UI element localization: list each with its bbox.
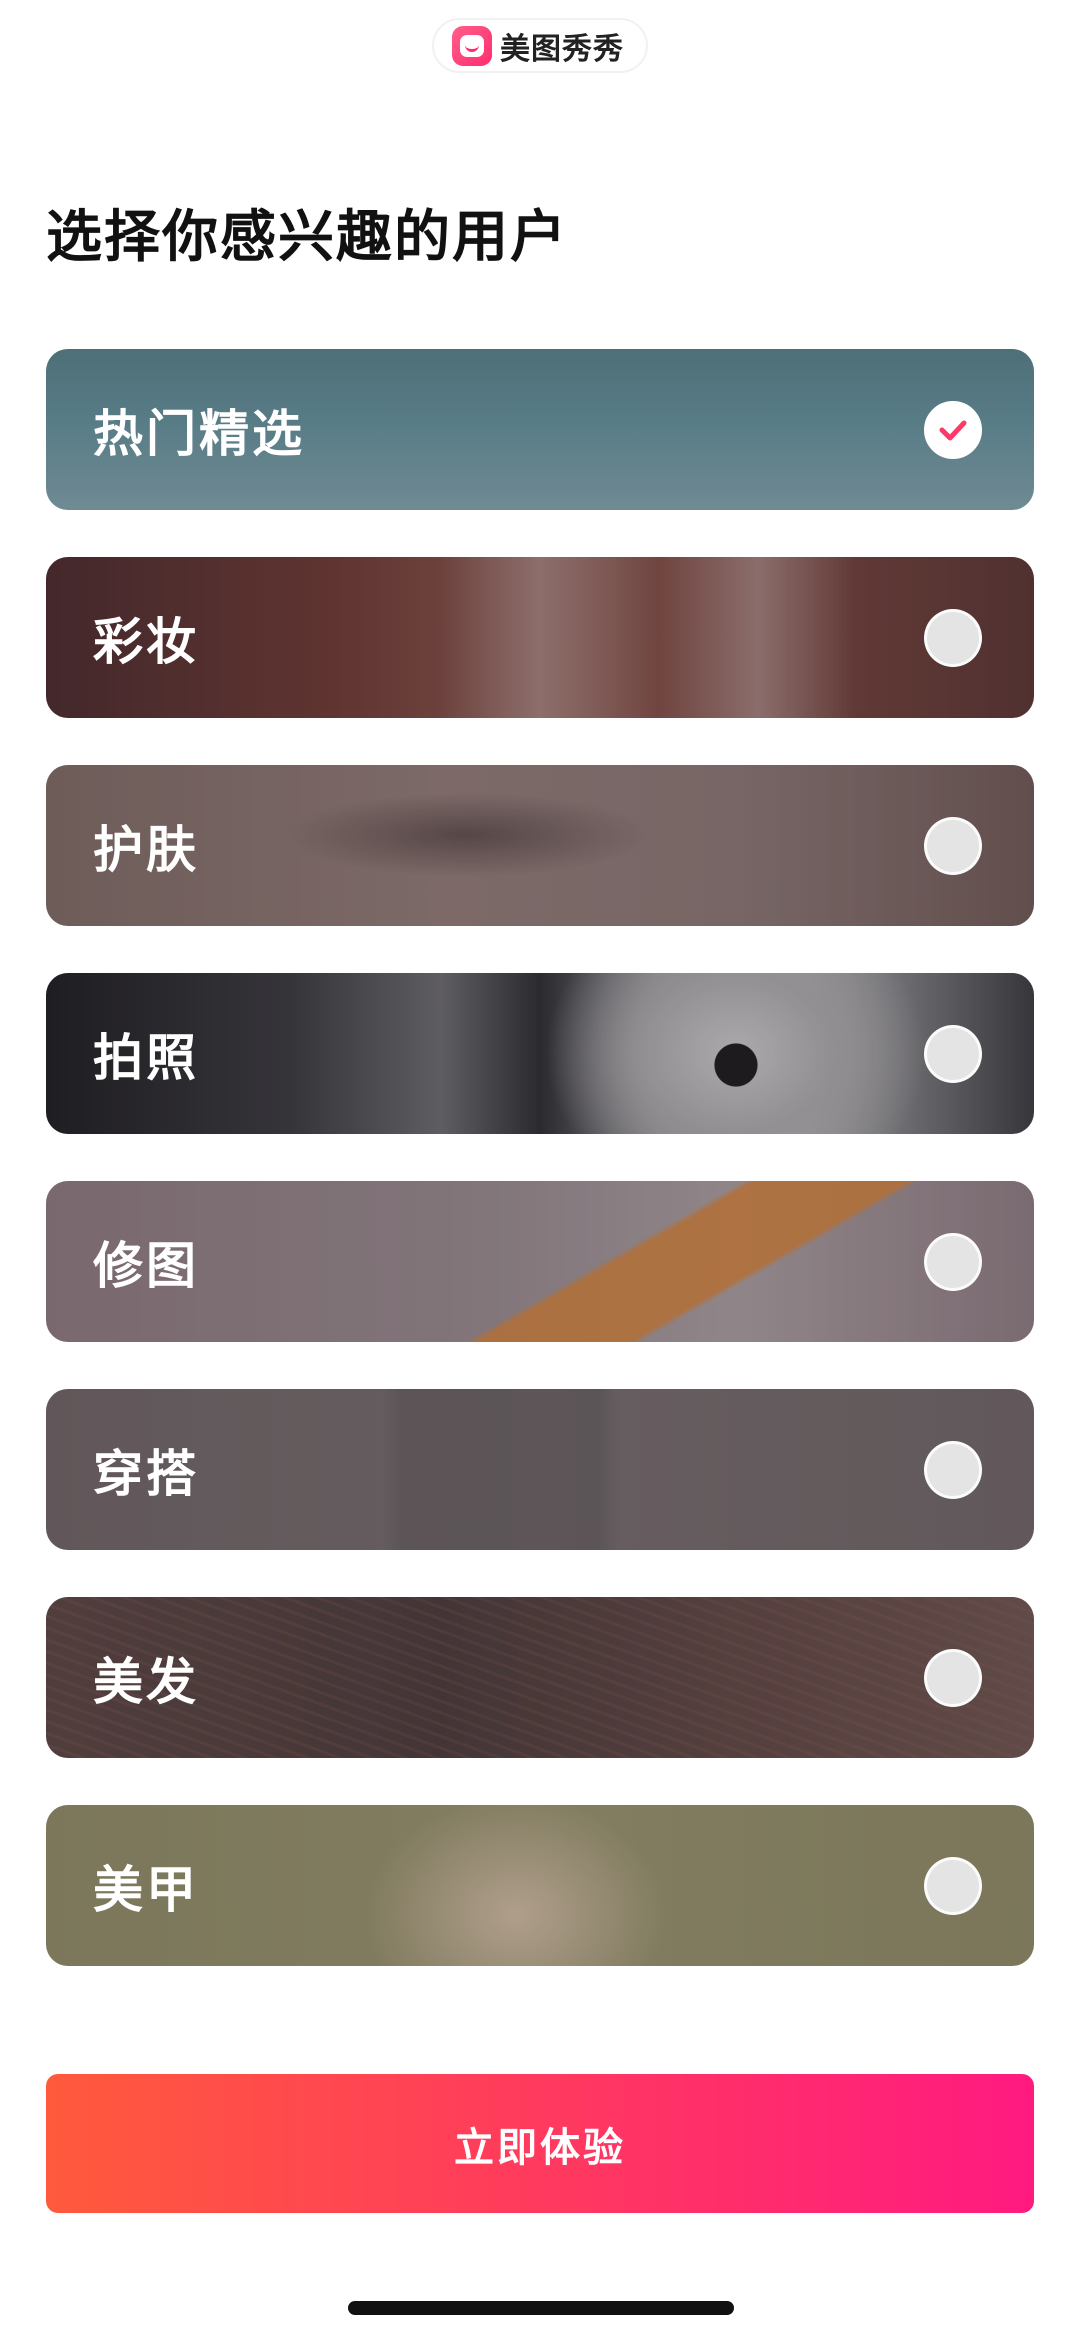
home-indicator[interactable] [348, 2301, 734, 2315]
try-now-label: 立即体验 [454, 2124, 626, 2171]
category-card-skincare[interactable]: 护肤 [46, 765, 1034, 926]
category-card-outfits[interactable]: 穿搭 [46, 1389, 1034, 1550]
category-card-nails[interactable]: 美甲 [46, 1805, 1034, 1966]
category-card-makeup[interactable]: 彩妆 [46, 557, 1034, 718]
brand-name: 美图秀秀 [500, 31, 624, 67]
page-title: 选择你感兴趣的用户 [46, 205, 568, 270]
category-card-hot-picks[interactable]: 热门精选 [46, 349, 1034, 510]
category-checkbox[interactable] [924, 816, 982, 875]
category-list: 热门精选 彩妆 护肤 拍照 修图 穿搭 美发 美甲 [46, 349, 1034, 2013]
check-icon [939, 420, 967, 440]
category-label: 美甲 [93, 1860, 199, 1919]
category-checkbox-checked[interactable] [924, 400, 982, 459]
category-label: 护肤 [93, 820, 199, 879]
category-label: 美发 [93, 1652, 199, 1711]
category-card-photography[interactable]: 拍照 [46, 973, 1034, 1134]
category-card-hair[interactable]: 美发 [46, 1597, 1034, 1758]
brand-badge: 美图秀秀 [432, 18, 648, 73]
category-checkbox[interactable] [924, 1648, 982, 1707]
category-card-photo-editing[interactable]: 修图 [46, 1181, 1034, 1342]
interest-selection-screen: 美图秀秀 选择你感兴趣的用户 热门精选 彩妆 护肤 拍照 修图 穿搭 美发 美甲… [0, 0, 1080, 2339]
category-label: 热门精选 [93, 404, 305, 463]
category-checkbox[interactable] [924, 1856, 982, 1915]
category-checkbox[interactable] [924, 1232, 982, 1291]
meitu-logo-icon [452, 25, 492, 66]
category-label: 穿搭 [93, 1444, 199, 1503]
category-checkbox[interactable] [924, 1024, 982, 1083]
category-checkbox[interactable] [924, 1440, 982, 1499]
category-label: 修图 [93, 1236, 199, 1295]
category-checkbox[interactable] [924, 608, 982, 667]
try-now-button[interactable]: 立即体验 [46, 2074, 1034, 2213]
category-label: 彩妆 [93, 612, 199, 671]
category-label: 拍照 [93, 1028, 199, 1087]
